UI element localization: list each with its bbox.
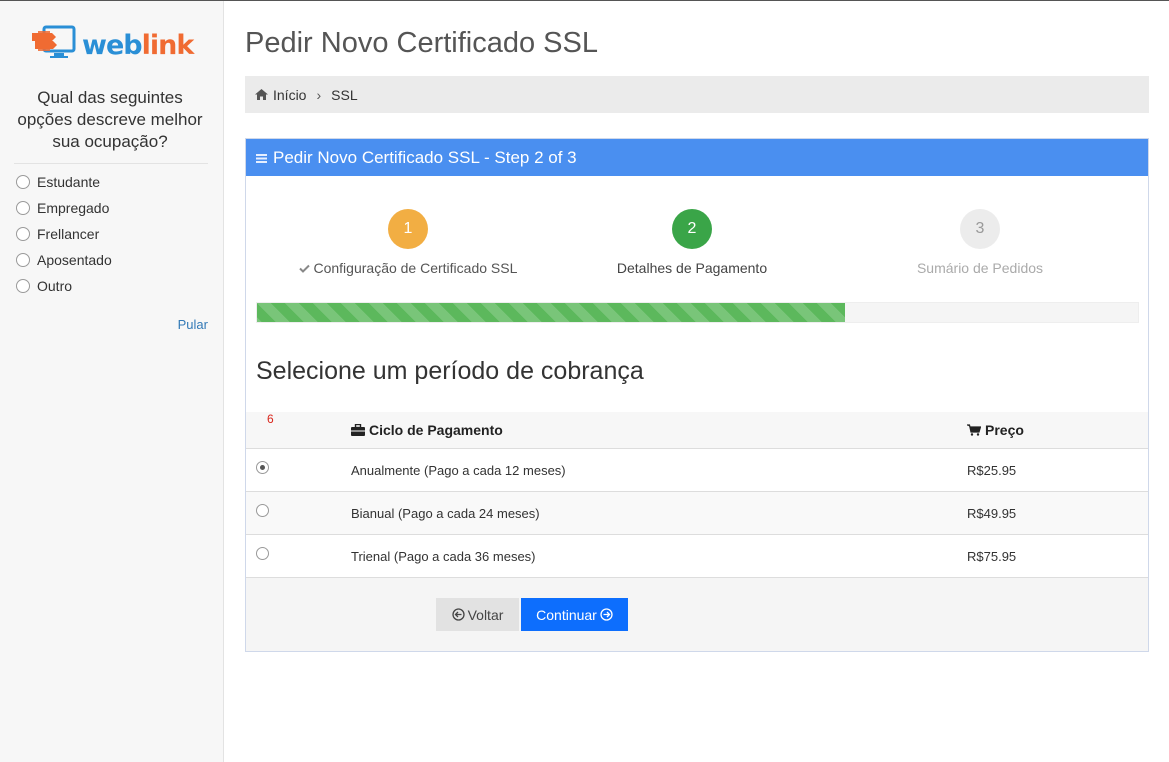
progress-bar-fill	[257, 303, 845, 322]
radio-button[interactable]	[16, 227, 30, 241]
briefcase-icon	[351, 424, 365, 436]
back-button[interactable]: Voltar	[436, 598, 519, 631]
continue-button[interactable]: Continuar	[521, 598, 628, 631]
radio-button[interactable]	[16, 253, 30, 267]
row-marker: 6	[267, 412, 274, 426]
step-circle: 3	[960, 209, 1000, 249]
arrow-circle-left-icon	[451, 608, 465, 621]
arrow-circle-right-icon	[600, 608, 613, 621]
step-label: Configuração de Certificado SSL	[258, 260, 558, 276]
step-circle: 2	[672, 209, 712, 249]
survey-option-outro[interactable]: Outro	[16, 273, 112, 299]
billing-cycle-table: 6 Ciclo de Pagamento Preço Anualmente (P…	[246, 412, 1148, 578]
survey-option-aposentado[interactable]: Aposentado	[16, 247, 112, 273]
billing-price: R$25.95	[967, 462, 1017, 478]
survey-options: Estudante Empregado Frellancer Aposentad…	[16, 169, 112, 299]
radio-button[interactable]	[256, 460, 269, 474]
billing-radio-triennial[interactable]	[256, 532, 269, 574]
home-icon	[255, 89, 268, 100]
weblink-logo[interactable]: weblink	[30, 25, 194, 66]
radio-button[interactable]	[16, 175, 30, 189]
panel-heading: Pedir Novo Certificado SSL - Step 2 of 3	[246, 139, 1148, 176]
breadcrumb-home-link[interactable]: Início	[273, 87, 306, 103]
radio-button[interactable]	[16, 279, 30, 293]
table-row[interactable]: Trienal (Pago a cada 36 meses) R$75.95	[246, 535, 1148, 578]
survey-option-freelancer[interactable]: Frellancer	[16, 221, 112, 247]
billing-price: R$75.95	[967, 548, 1017, 564]
radio-button[interactable]	[256, 503, 269, 517]
shopping-cart-icon	[967, 424, 981, 436]
column-header-price: Preço	[967, 412, 1024, 448]
panel-heading-title: Pedir Novo Certificado SSL - Step 2 of 3	[273, 147, 577, 167]
step-label: Sumário de Pedidos	[916, 260, 1044, 276]
billing-cycle-label: Anualmente (Pago a cada 12 meses)	[351, 462, 566, 478]
billing-cycle-label: Bianual (Pago a cada 24 meses)	[351, 505, 540, 521]
radio-button[interactable]	[256, 546, 269, 560]
logo-text: weblink	[82, 30, 194, 61]
table-row[interactable]: Anualmente (Pago a cada 12 meses) R$25.9…	[246, 449, 1148, 492]
step-2: 2 Detalhes de Pagamento	[542, 209, 842, 276]
page-title: Pedir Novo Certificado SSL	[245, 27, 598, 59]
column-header-cycle: Ciclo de Pagamento	[351, 412, 503, 448]
billing-radio-biannual[interactable]	[256, 489, 269, 531]
order-panel: Pedir Novo Certificado SSL - Step 2 of 3…	[245, 138, 1149, 652]
step-label: Detalhes de Pagamento	[616, 260, 768, 276]
breadcrumb-current: SSL	[331, 86, 358, 103]
radio-button[interactable]	[16, 201, 30, 215]
check-icon	[298, 260, 310, 276]
survey-question: Qual das seguintes opções descreve melho…	[17, 88, 203, 151]
divider	[14, 163, 208, 164]
survey-option-estudante[interactable]: Estudante	[16, 169, 112, 195]
step-circle: 1	[388, 209, 428, 249]
billing-radio-annual[interactable]	[256, 446, 269, 488]
skip-link[interactable]: Pular	[178, 317, 208, 332]
billing-cycle-label: Trienal (Pago a cada 36 meses)	[351, 548, 536, 564]
table-header: 6 Ciclo de Pagamento Preço	[246, 412, 1148, 449]
section-title: Selecione um período de cobrança	[256, 357, 644, 385]
billing-price: R$49.95	[967, 505, 1017, 521]
step-3: 3 Sumário de Pedidos	[830, 209, 1130, 276]
table-row[interactable]: Bianual (Pago a cada 24 meses) R$49.95	[246, 492, 1148, 535]
bars-icon	[256, 153, 267, 163]
breadcrumb: Início › SSL	[245, 76, 1149, 113]
panel-footer: Voltar Continuar	[246, 578, 1148, 651]
step-1: 1 Configuração de Certificado SSL	[258, 209, 558, 276]
progress-bar	[256, 302, 1139, 323]
sidebar: weblink Qual das seguintes opções descre…	[0, 1, 224, 762]
chevron-right-icon: ›	[316, 86, 322, 103]
logo-monitor-icon	[30, 25, 78, 66]
survey-option-empregado[interactable]: Empregado	[16, 195, 112, 221]
step-indicator: 1 Configuração de Certificado SSL 2 Deta…	[256, 209, 1138, 276]
